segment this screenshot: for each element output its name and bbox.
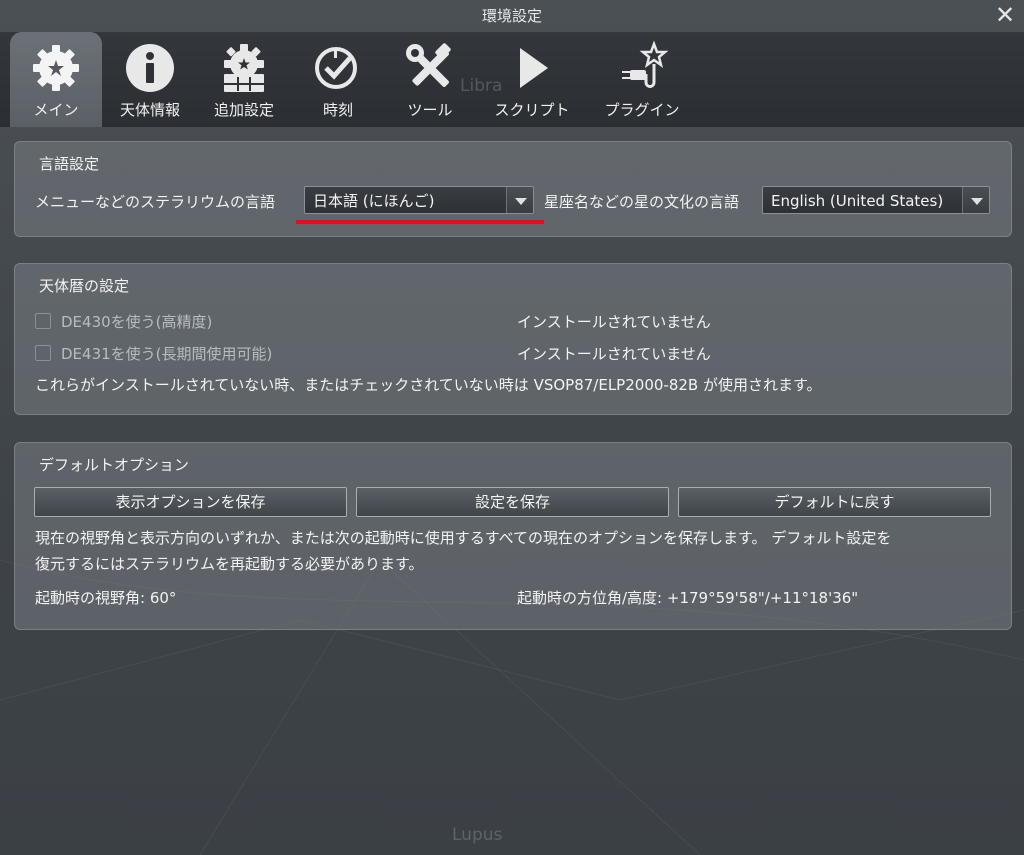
constellation-label-lupus: Lupus [452,825,503,845]
settings-window: 環境設定 ✕ メイン 天体情報 追加設定 時刻 ツール スクリプト プラグイン … [0,0,1024,855]
restore-defaults-button[interactable]: デフォルトに戻す [678,487,991,517]
de430-label: DE430を使う(高精度) [61,313,213,331]
de430-checkbox[interactable] [35,313,51,329]
highlight-underline [296,220,544,224]
tab-tools-label: ツール [407,101,453,119]
chevron-down-icon [506,187,533,213]
ephemeris-note: これらがインストールされていない時、またはチェックされていない時は VSOP87… [35,376,822,394]
tools-icon [406,43,451,87]
play-icon [520,48,548,88]
de431-checkbox[interactable] [35,345,51,361]
sky-culture-language-select[interactable]: English (United States) [762,186,990,214]
language-panel-title: 言語設定 [39,155,100,173]
tab-bar: メイン 天体情報 追加設定 時刻 ツール スクリプト プラグイン Libra [0,32,1024,127]
defaults-description-line2: 復元するにはステラリウムを再起動する必要があります。 [35,555,424,573]
de430-status: インストールされていません [517,313,711,331]
ephemeris-panel-title: 天体暦の設定 [39,277,130,295]
tab-object-info-label: 天体情報 [119,101,180,119]
sky-background-lines [0,559,1024,855]
tab-main[interactable]: メイン [10,32,102,127]
defaults-description-line1: 現在の視野角と表示方向のいずれか、または次の起動時に使用するすべての現在のオプシ… [35,529,892,547]
tab-extras[interactable]: 追加設定 [198,32,290,127]
tab-plugins-label: プラグイン [604,101,680,119]
tab-object-info[interactable]: 天体情報 [104,32,196,127]
default-options-panel-title: デフォルトオプション [39,456,190,474]
sky-culture-language-value: English (United States) [771,192,944,210]
gear-grid-icon [224,44,264,92]
sky-culture-language-label: 星座名などの星の文化の言語 [544,193,740,211]
clock-check-icon [315,47,357,89]
tab-time[interactable]: 時刻 [292,32,384,127]
plugin-star-icon [622,40,669,88]
de431-status: インストールされていません [517,345,711,363]
tab-plugins[interactable]: プラグイン [594,32,690,127]
info-icon [126,44,174,92]
de431-label: DE431を使う(長期間使用可能) [61,345,273,363]
tab-main-label: メイン [33,101,79,119]
constellation-label-libra: Libra [460,76,503,96]
close-icon[interactable]: ✕ [994,3,1016,27]
window-title: 環境設定 [481,7,542,25]
tab-scripts-label: スクリプト [494,101,570,119]
tab-time-label: 時刻 [322,101,353,119]
startup-fov: 起動時の視野角: 60° [35,589,177,607]
app-language-label: メニューなどのステラリウムの言語 [35,193,276,211]
app-language-select[interactable]: 日本語 (にほんご) [304,186,534,214]
save-view-button[interactable]: 表示オプションを保存 [34,487,347,517]
startup-direction: 起動時の方位角/高度: +179°59'58"/+11°18'36" [517,589,859,607]
chevron-down-icon [962,187,989,213]
gear-star-icon [33,45,79,91]
save-settings-button[interactable]: 設定を保存 [356,487,669,517]
tab-extras-label: 追加設定 [213,101,274,119]
app-language-value: 日本語 (にほんご) [313,192,435,210]
